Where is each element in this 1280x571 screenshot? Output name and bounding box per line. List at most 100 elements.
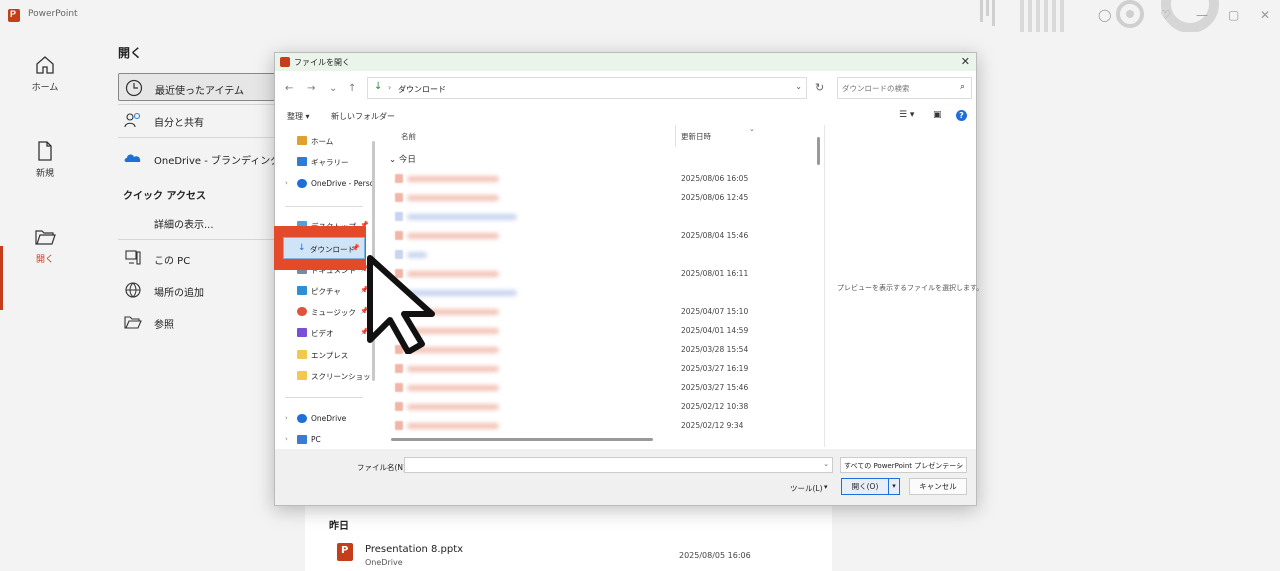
forward-arrow-icon[interactable]: → bbox=[307, 83, 315, 94]
nav-pane-label: ミュージック bbox=[311, 308, 356, 317]
clock-icon bbox=[125, 79, 143, 97]
file-date: 2025/04/01 14:59 bbox=[681, 326, 749, 335]
location-recent[interactable]: 最近使ったアイテム bbox=[118, 73, 278, 101]
refresh-icon[interactable]: ↻ bbox=[815, 81, 824, 94]
nav-pane-item-folder[interactable]: エンプレス bbox=[285, 345, 373, 365]
filetype-value: すべての PowerPoint プレゼンテーシ bbox=[844, 462, 964, 470]
recent-file-name[interactable]: Presentation 8.pptx bbox=[365, 544, 463, 555]
location-onedrive[interactable]: OneDrive - ブランディング… bbox=[118, 144, 290, 172]
address-bar: ← → ⌄ ↑ ↓ › ダウンロード ⌄ ↻ ⌕ bbox=[275, 75, 976, 103]
navigation-pane: ホーム ギャラリー › OneDrive - Perso デスクトップ 📌 ドキ… bbox=[275, 129, 375, 447]
nav-pane-label: ギャラリー bbox=[311, 158, 349, 167]
column-header-date[interactable]: 更新日時 bbox=[681, 131, 711, 142]
location-this-pc[interactable]: この PC bbox=[118, 244, 278, 272]
vertical-scrollbar[interactable] bbox=[817, 137, 820, 165]
mouse-pointer-icon bbox=[367, 255, 435, 354]
home-icon bbox=[297, 136, 307, 145]
file-row[interactable]: 2025/03/27 16:19 bbox=[381, 362, 811, 376]
download-icon: ↓ bbox=[298, 243, 306, 253]
address-field[interactable]: ↓ › ダウンロード ⌄ bbox=[367, 77, 807, 99]
open-options-dropdown[interactable]: ▾ bbox=[888, 478, 900, 495]
file-date: 2025/04/07 15:10 bbox=[681, 307, 749, 316]
nav-pane-item-onedrive-personal[interactable]: › OneDrive - Perso bbox=[285, 174, 373, 194]
nav-pane-label: ビデオ bbox=[311, 329, 334, 338]
file-row[interactable]: 2025/08/06 12:45 bbox=[381, 191, 811, 205]
location-recent-label: 最近使ったアイテム bbox=[155, 86, 244, 97]
nav-pane-label: ダウンロード bbox=[310, 245, 355, 254]
recent-locations-chevron-icon[interactable]: ⌄ bbox=[329, 83, 337, 94]
preview-pane-icon[interactable]: ▣ bbox=[933, 110, 942, 120]
nav-new[interactable]: 新規 bbox=[0, 140, 90, 200]
music-icon bbox=[297, 307, 307, 316]
page-title: 開く bbox=[118, 46, 143, 60]
chevron-right-icon[interactable]: › bbox=[285, 179, 288, 187]
restore-button[interactable]: ▢ bbox=[1228, 8, 1239, 22]
filename-input[interactable] bbox=[408, 459, 808, 471]
nav-open[interactable]: 開く bbox=[0, 226, 90, 286]
folder-browse-icon bbox=[124, 316, 142, 329]
tools-dropdown-icon[interactable]: ▾ bbox=[824, 483, 828, 491]
file-row[interactable]: 2025/08/04 15:46 bbox=[381, 229, 811, 243]
dialog-footer: ファイル名(N): ⌄ すべての PowerPoint プレゼンテーシ ⌄ ツー… bbox=[275, 449, 976, 505]
nav-pane-item-gallery[interactable]: ギャラリー bbox=[285, 152, 373, 172]
nav-home[interactable]: ホーム bbox=[0, 54, 90, 114]
column-divider[interactable] bbox=[675, 125, 676, 147]
feedback-icon[interactable]: ♡ bbox=[1160, 8, 1171, 22]
recent-file-date: 2025/08/05 16:06 bbox=[679, 551, 751, 560]
column-header-name[interactable]: 名前 bbox=[401, 131, 416, 142]
chevron-right-icon[interactable]: › bbox=[285, 414, 288, 422]
divider bbox=[118, 137, 278, 138]
open-button[interactable]: 開く(O) bbox=[841, 478, 889, 495]
search-field[interactable]: ⌕ bbox=[837, 77, 972, 99]
view-options-icon[interactable]: ☰ ▾ bbox=[899, 110, 914, 120]
tools-button[interactable]: ツール(L) bbox=[790, 483, 823, 494]
help-icon[interactable]: ? bbox=[956, 110, 967, 121]
close-window-button[interactable]: ✕ bbox=[1260, 8, 1270, 22]
new-folder-button[interactable]: 新しいフォルダー bbox=[331, 111, 395, 122]
nav-pane-item-home[interactable]: ホーム bbox=[285, 131, 373, 151]
cancel-button[interactable]: キャンセル bbox=[909, 478, 967, 495]
nav-pane-item-screenshots[interactable]: スクリーンショット bbox=[285, 366, 373, 386]
file-row[interactable]: 2025/02/12 9:34 bbox=[381, 419, 811, 433]
shared-people-icon bbox=[124, 112, 141, 128]
breadcrumb-downloads[interactable]: ダウンロード bbox=[398, 84, 446, 95]
nav-pane-label: OneDrive - Perso bbox=[311, 179, 373, 188]
nav-pane-item-onedrive[interactable]: › OneDrive bbox=[285, 409, 373, 429]
file-name-blurred bbox=[407, 404, 499, 410]
up-arrow-icon[interactable]: ↑ bbox=[348, 83, 356, 94]
location-browse[interactable]: 参照 bbox=[118, 308, 278, 336]
back-arrow-icon[interactable]: ← bbox=[285, 83, 293, 94]
nav-pane-item-music[interactable]: ミュージック 📌 bbox=[285, 302, 373, 322]
filetype-select[interactable]: すべての PowerPoint プレゼンテーシ ⌄ bbox=[840, 457, 967, 473]
horizontal-scrollbar[interactable] bbox=[391, 438, 653, 441]
user-avatar-icon[interactable]: ◯ bbox=[1098, 8, 1111, 22]
pptx-file-icon bbox=[395, 364, 403, 373]
nav-new-label: 新規 bbox=[35, 169, 54, 179]
chevron-down-icon[interactable]: ⌄ bbox=[795, 82, 802, 91]
group-today[interactable]: ⌄ 今日 bbox=[389, 153, 416, 165]
location-shared[interactable]: 自分と共有 bbox=[118, 106, 278, 134]
nav-pane-item-pc[interactable]: › PC bbox=[285, 430, 373, 450]
dialog-title: ファイルを開く bbox=[294, 58, 350, 67]
file-row[interactable] bbox=[381, 210, 811, 224]
new-file-icon bbox=[38, 141, 52, 161]
show-more-link[interactable]: 詳細の表示... bbox=[118, 208, 278, 236]
chevron-right-icon[interactable]: › bbox=[285, 435, 288, 443]
file-row[interactable]: 2025/02/12 10:38 bbox=[381, 400, 811, 414]
organize-button[interactable]: 整理 ▾ bbox=[287, 111, 310, 122]
file-row[interactable]: 2025/03/27 15:46 bbox=[381, 381, 811, 395]
file-name-blurred bbox=[407, 366, 499, 372]
filename-field[interactable]: ⌄ bbox=[404, 457, 833, 473]
minimize-button[interactable]: — bbox=[1196, 8, 1208, 22]
nav-pane-item-pictures[interactable]: ピクチャ 📌 bbox=[285, 281, 373, 301]
file-name-blurred bbox=[407, 214, 517, 220]
search-input[interactable] bbox=[842, 81, 954, 95]
pin-icon[interactable]: 📌 bbox=[351, 244, 360, 252]
dialog-close-button[interactable]: ✕ bbox=[961, 55, 970, 68]
nav-pane-item-downloads[interactable]: ↓ ダウンロード 📌 bbox=[283, 237, 365, 259]
chevron-down-icon[interactable]: ⌄ bbox=[823, 460, 829, 468]
file-row[interactable]: 2025/08/06 16:05 bbox=[381, 172, 811, 186]
file-date: 2025/08/06 12:45 bbox=[681, 193, 749, 202]
nav-pane-item-videos[interactable]: ビデオ 📌 bbox=[285, 323, 373, 343]
location-add-place[interactable]: 場所の追加 bbox=[118, 276, 278, 304]
